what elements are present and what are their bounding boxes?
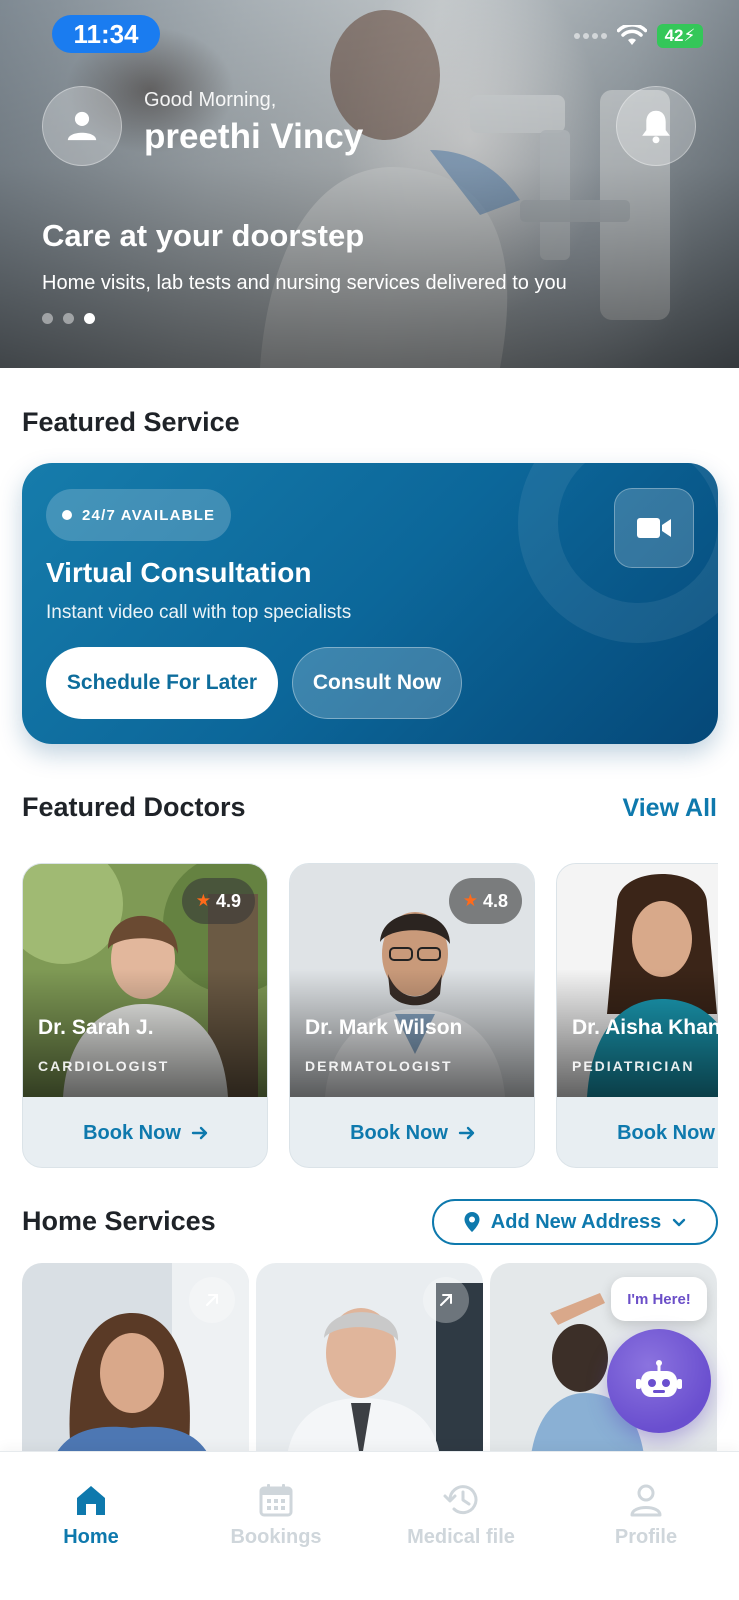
virtual-consultation-card[interactable]: 24/7 AVAILABLE Virtual Consultation Inst… (22, 463, 718, 744)
open-service-button[interactable] (423, 1277, 469, 1323)
doctor-name: Dr. Aisha Khan (572, 1016, 718, 1039)
video-camera-icon (637, 518, 671, 538)
book-now-button[interactable]: Book Now (23, 1097, 267, 1167)
nav-medical-file[interactable]: Medical file (386, 1482, 536, 1549)
wifi-icon (617, 25, 647, 45)
hero-banner[interactable]: 11:34 42 ⚡ Good Morning, preethi Vincy Ca… (0, 0, 739, 368)
doctor-card[interactable]: Dr. Aisha Khan PEDIATRICIAN Book Now (556, 863, 718, 1168)
rating-badge: ★ 4.8 (448, 878, 522, 924)
service-title: Virtual Consultation (46, 557, 312, 588)
view-all-link[interactable]: View All (623, 794, 717, 823)
profile-icon (630, 1484, 662, 1517)
arrow-right-icon (191, 1126, 208, 1140)
status-time: 11:34 (52, 15, 160, 53)
user-name: preethi Vincy (144, 117, 364, 156)
robot-icon (636, 1360, 682, 1397)
arrow-up-right-icon (440, 1294, 452, 1306)
assistant-button[interactable] (607, 1329, 711, 1433)
nav-label: Medical file (407, 1526, 515, 1548)
doctor-name: Dr. Sarah J. (38, 1016, 154, 1039)
nav-label: Bookings (230, 1526, 322, 1548)
status-dot (62, 510, 72, 520)
nav-profile[interactable]: Profile (571, 1482, 721, 1549)
featured-doctors-heading: Featured Doctors (22, 792, 246, 822)
featured-service-heading: Featured Service (22, 407, 240, 437)
consult-now-button[interactable]: Consult Now (292, 647, 462, 719)
video-call-button[interactable] (614, 488, 694, 568)
star-icon: ★ (462, 891, 478, 910)
hero-title: Care at your doorstep (42, 218, 365, 253)
arrow-right-icon (458, 1126, 475, 1140)
schedule-later-button[interactable]: Schedule For Later (46, 647, 278, 719)
book-now-button[interactable]: Book Now (557, 1097, 718, 1167)
doctor-specialty: PEDIATRICIAN (572, 1058, 695, 1074)
book-now-button[interactable]: Book Now (290, 1097, 534, 1167)
carousel-indicator[interactable] (42, 313, 95, 324)
location-pin-icon (464, 1212, 480, 1232)
notifications-button[interactable] (616, 86, 696, 166)
home-service-card[interactable] (256, 1263, 483, 1463)
nav-home[interactable]: Home (16, 1482, 166, 1549)
greeting-text: Good Morning, (144, 89, 277, 111)
star-icon: ★ (195, 891, 211, 910)
user-icon (67, 111, 97, 141)
service-subtitle: Instant video call with top specialists (46, 602, 352, 623)
battery-indicator: 42 ⚡ (657, 24, 703, 48)
add-new-address-button[interactable]: Add New Address (432, 1199, 718, 1245)
rating-badge: ★ 4.9 (181, 878, 255, 924)
arrow-up-right-icon (206, 1294, 218, 1306)
carousel-dot-active[interactable] (84, 313, 95, 324)
open-service-button[interactable] (189, 1277, 235, 1323)
chevron-down-icon (673, 1218, 686, 1227)
avatar[interactable] (42, 86, 122, 166)
carousel-dot[interactable] (63, 313, 74, 324)
doctor-specialty: DERMATOLOGIST (305, 1058, 453, 1074)
calendar-icon (259, 1484, 293, 1517)
nav-label: Home (63, 1526, 119, 1548)
status-indicators: 42 ⚡ (574, 24, 703, 48)
nav-bookings[interactable]: Bookings (201, 1482, 351, 1549)
home-service-card[interactable] (22, 1263, 249, 1463)
home-icon (77, 1486, 105, 1515)
nav-label: Profile (614, 1526, 678, 1548)
availability-badge: 24/7 AVAILABLE (46, 489, 232, 541)
history-icon (443, 1485, 478, 1515)
home-services-heading: Home Services (22, 1206, 216, 1236)
doctor-name: Dr. Mark Wilson (305, 1016, 463, 1039)
signal-icon (574, 33, 607, 39)
hero-subtitle: Home visits, lab tests and nursing servi… (42, 272, 567, 294)
doctor-card[interactable]: ★ 4.9 Dr. Sarah J. CARDIOLOGIST Book Now (22, 863, 268, 1168)
doctor-specialty: CARDIOLOGIST (38, 1058, 170, 1074)
assistant-bubble: I'm Here! (611, 1277, 707, 1321)
doctors-carousel[interactable]: ★ 4.9 Dr. Sarah J. CARDIOLOGIST Book Now (22, 863, 718, 1169)
carousel-dot[interactable] (42, 313, 53, 324)
bell-icon (642, 110, 670, 144)
doctor-card[interactable]: ★ 4.8 Dr. Mark Wilson DERMATOLOGIST Book… (289, 863, 535, 1168)
bottom-navigation: Home Bookings Medical file Profile (0, 1451, 739, 1600)
